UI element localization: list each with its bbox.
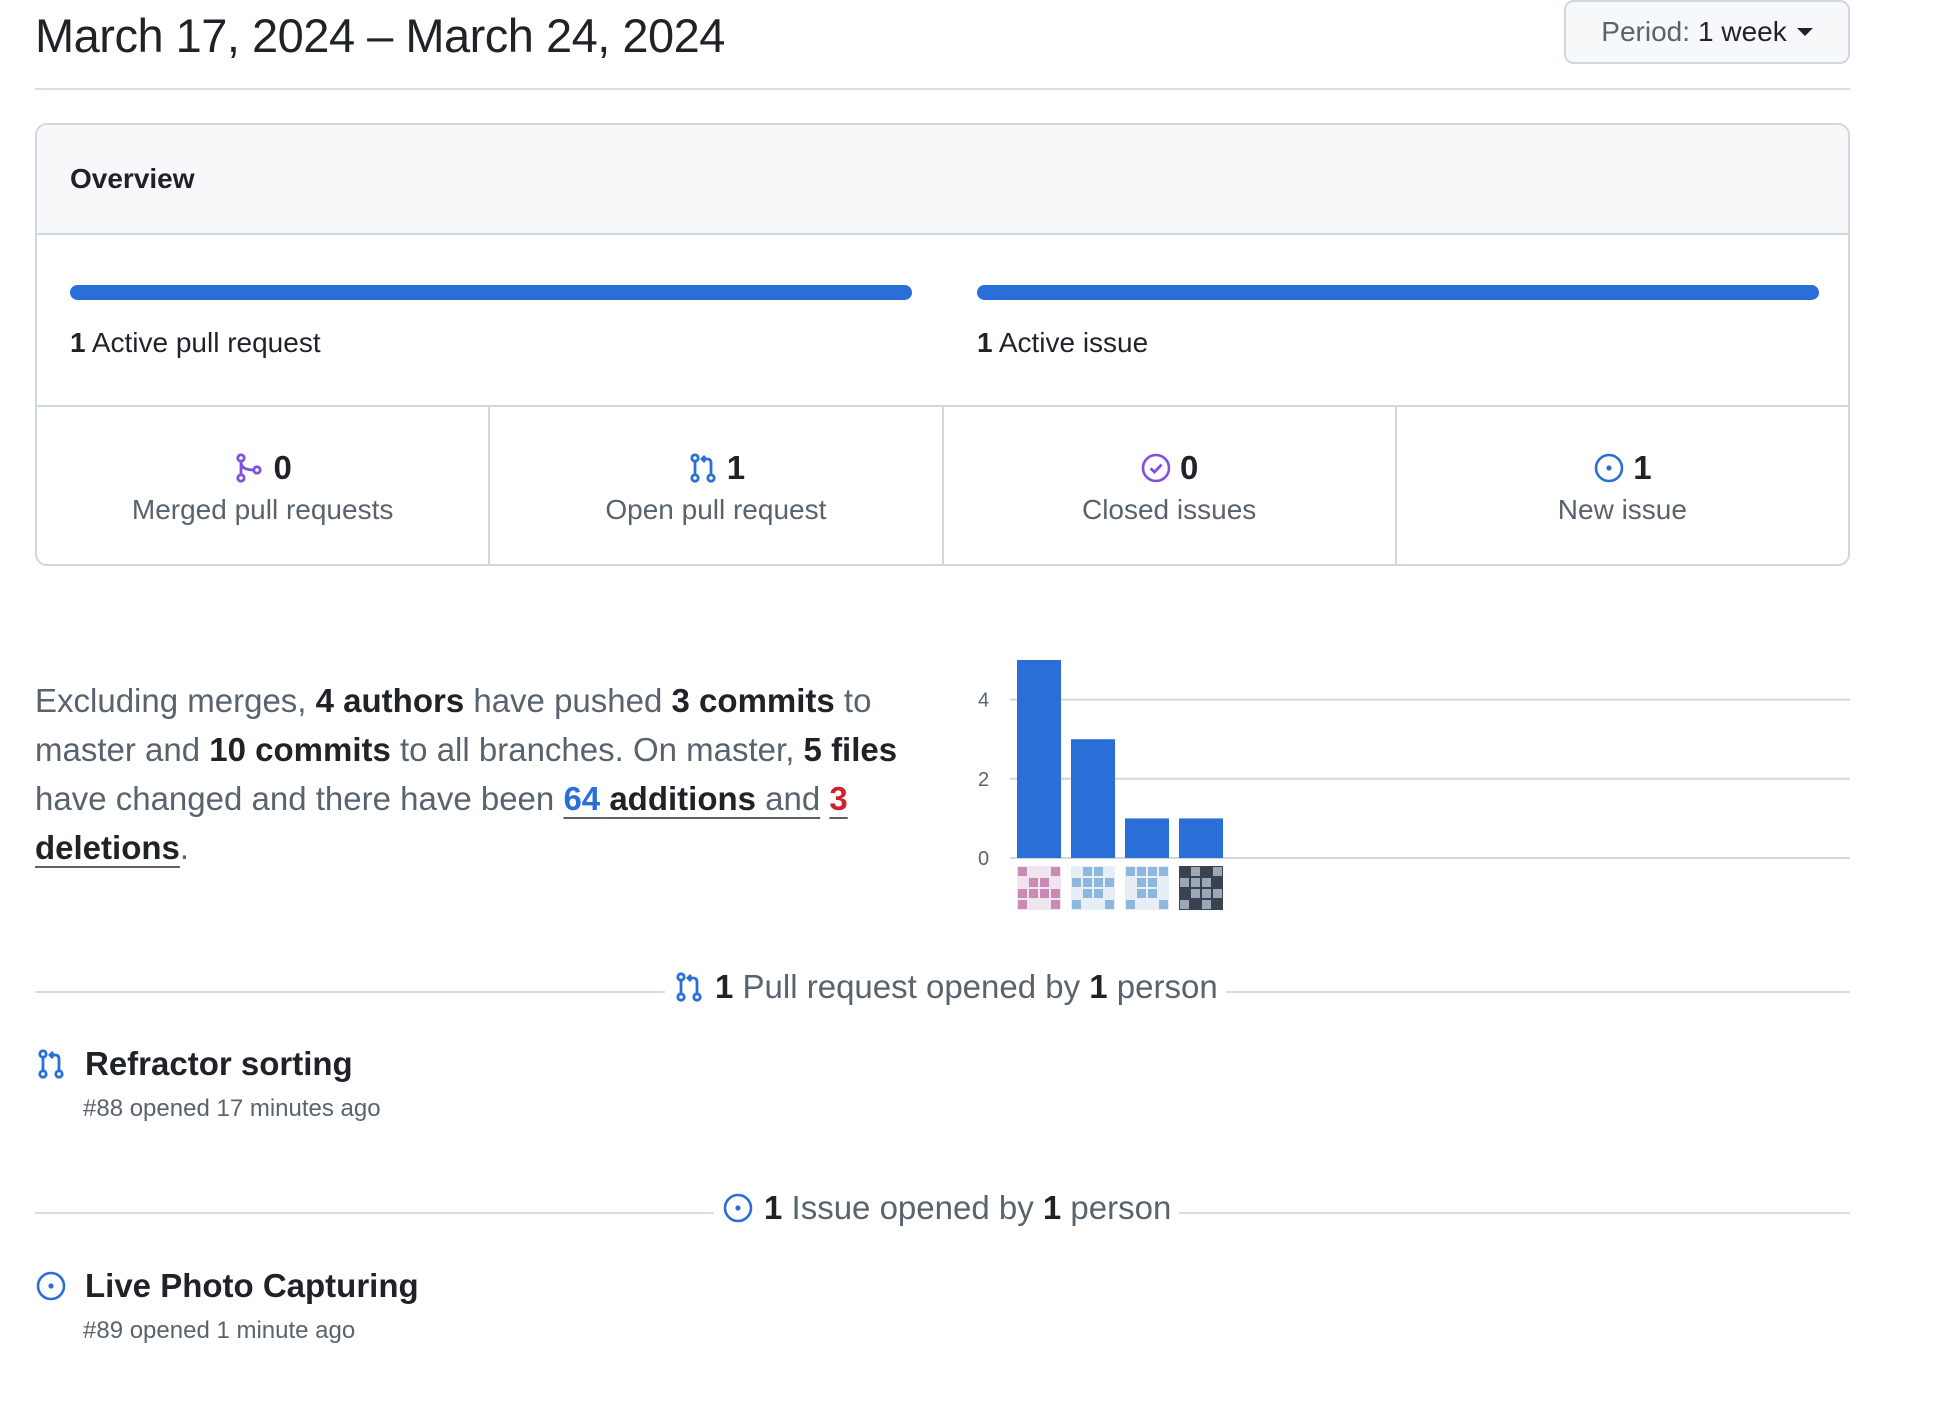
summary-text: Excluding merges, <box>35 682 316 719</box>
deletions-word: deletions <box>35 829 180 866</box>
issue-opened-icon <box>723 1193 753 1223</box>
commit-summary: Excluding merges, 4 authors have pushed … <box>35 676 915 872</box>
list-item: Refractor sorting #88 opened 17 minutes … <box>35 1045 381 1123</box>
pull-request-link[interactable]: Refractor sorting <box>35 1045 381 1083</box>
issues-people: 1 <box>1042 1189 1062 1226</box>
stat-label: Open pull request <box>605 493 827 525</box>
issue-opened-icon <box>36 1271 66 1301</box>
pull-requests-heading: 1 Pull request opened by 1 person <box>665 968 1226 1006</box>
pull-requests-people: 1 <box>1089 968 1108 1005</box>
stat-count: 1 <box>726 448 746 486</box>
pull-request-title: Refractor sorting <box>85 1045 353 1082</box>
commits-by-author-chart: 0 2 4 <box>978 660 1850 910</box>
additions-word: additions <box>600 780 756 817</box>
stat-count: 0 <box>273 448 292 486</box>
summary-text: to all branches. On master, <box>390 731 804 768</box>
summary-text: have pushed <box>464 682 672 719</box>
period-label: Period: <box>1601 16 1690 47</box>
issue-link[interactable]: Live Photo Capturing <box>35 1267 419 1305</box>
pull-requests-count: 1 <box>715 968 734 1005</box>
period-dropdown-button[interactable]: Period: 1 week <box>1564 0 1850 64</box>
stat-count: 1 <box>1633 448 1652 486</box>
issue-meta: #89 opened 1 minute ago <box>83 1317 356 1344</box>
stat-new-issue[interactable]: 1 New issue <box>1397 407 1848 564</box>
stat-closed-issues[interactable]: 0 Closed issues <box>944 407 1397 564</box>
issue-opened-icon <box>1594 453 1624 482</box>
chart-bar[interactable] <box>1179 818 1223 858</box>
overview-box: Overview 1 Active pull request 1 Active … <box>35 123 1850 566</box>
active-pull-requests-link[interactable]: 1 Active pull request <box>70 327 321 359</box>
issues-heading: 1 Issue opened by 1 person <box>714 1189 1180 1227</box>
stat-merged-pull-requests[interactable]: 0 Merged pull requests <box>37 407 491 564</box>
issues-text: Issue opened by <box>782 1189 1043 1226</box>
active-pull-requests-count: 1 <box>70 327 86 358</box>
stat-open-pull-request[interactable]: 1 Open pull request <box>490 407 944 564</box>
pull-request-icon <box>690 452 716 483</box>
pull-requests-text: Pull request opened by <box>733 968 1090 1005</box>
summary-text: . <box>179 829 190 866</box>
y-tick-label: 4 <box>978 690 989 712</box>
author-avatar[interactable] <box>1125 866 1169 910</box>
deletions-count: 3 <box>829 780 848 817</box>
additions-count: 64 <box>563 780 601 817</box>
files-count: 5 files <box>803 731 898 768</box>
stat-label: New issue <box>1557 493 1687 525</box>
pull-request-icon <box>38 1049 64 1079</box>
pull-request-icon <box>676 972 702 1002</box>
author-avatar[interactable] <box>1017 866 1061 910</box>
active-issues-bar <box>977 285 1819 300</box>
active-summary: 1 Active pull request 1 Active issue <box>37 235 1848 407</box>
y-tick-label: 0 <box>978 848 989 870</box>
chart-bar[interactable] <box>1125 818 1169 858</box>
author-avatar[interactable] <box>1179 866 1223 910</box>
author-avatar[interactable] <box>1071 866 1115 910</box>
issue-title: Live Photo Capturing <box>85 1267 419 1304</box>
active-issues-count: 1 <box>977 327 993 358</box>
summary-text: have changed and there have been <box>35 780 564 817</box>
commits-all-count: 10 commits <box>209 731 391 768</box>
header: March 17, 2024 – March 24, 2024 Period: … <box>35 0 1850 90</box>
stats-row: 0 Merged pull requests 1 Open pull reque… <box>37 407 1848 564</box>
period-value: 1 week <box>1698 16 1787 47</box>
active-pull-requests-bar <box>70 285 912 300</box>
stat-label: Closed issues <box>1081 493 1257 525</box>
stat-count: 0 <box>1179 448 1199 486</box>
overview-title: Overview <box>37 125 1848 235</box>
date-range-title: March 17, 2024 – March 24, 2024 <box>35 9 725 62</box>
active-issues-link[interactable]: 1 Active issue <box>977 327 1148 359</box>
stat-label: Merged pull requests <box>131 493 394 525</box>
caret-down-icon <box>1796 28 1813 36</box>
summary-text: and <box>756 780 821 817</box>
active-pull-requests-label: Active pull request <box>91 327 321 358</box>
active-issues-label: Active issue <box>998 327 1149 358</box>
y-tick-label: 2 <box>978 769 989 791</box>
chart-bar[interactable] <box>1017 660 1061 858</box>
authors-count: 4 authors <box>315 682 465 719</box>
pull-request-meta: #88 opened 17 minutes ago <box>83 1095 381 1122</box>
issues-count: 1 <box>764 1189 783 1226</box>
additions-link[interactable]: 64 additions and <box>563 780 820 817</box>
commits-master-count: 3 commits <box>671 682 835 719</box>
issues-text: person <box>1061 1189 1172 1226</box>
issue-closed-icon <box>1141 453 1171 482</box>
merge-icon <box>236 452 263 483</box>
list-item: Live Photo Capturing #89 opened 1 minute… <box>35 1267 419 1345</box>
chart-bar[interactable] <box>1071 739 1115 858</box>
pull-requests-text: person <box>1107 968 1218 1005</box>
